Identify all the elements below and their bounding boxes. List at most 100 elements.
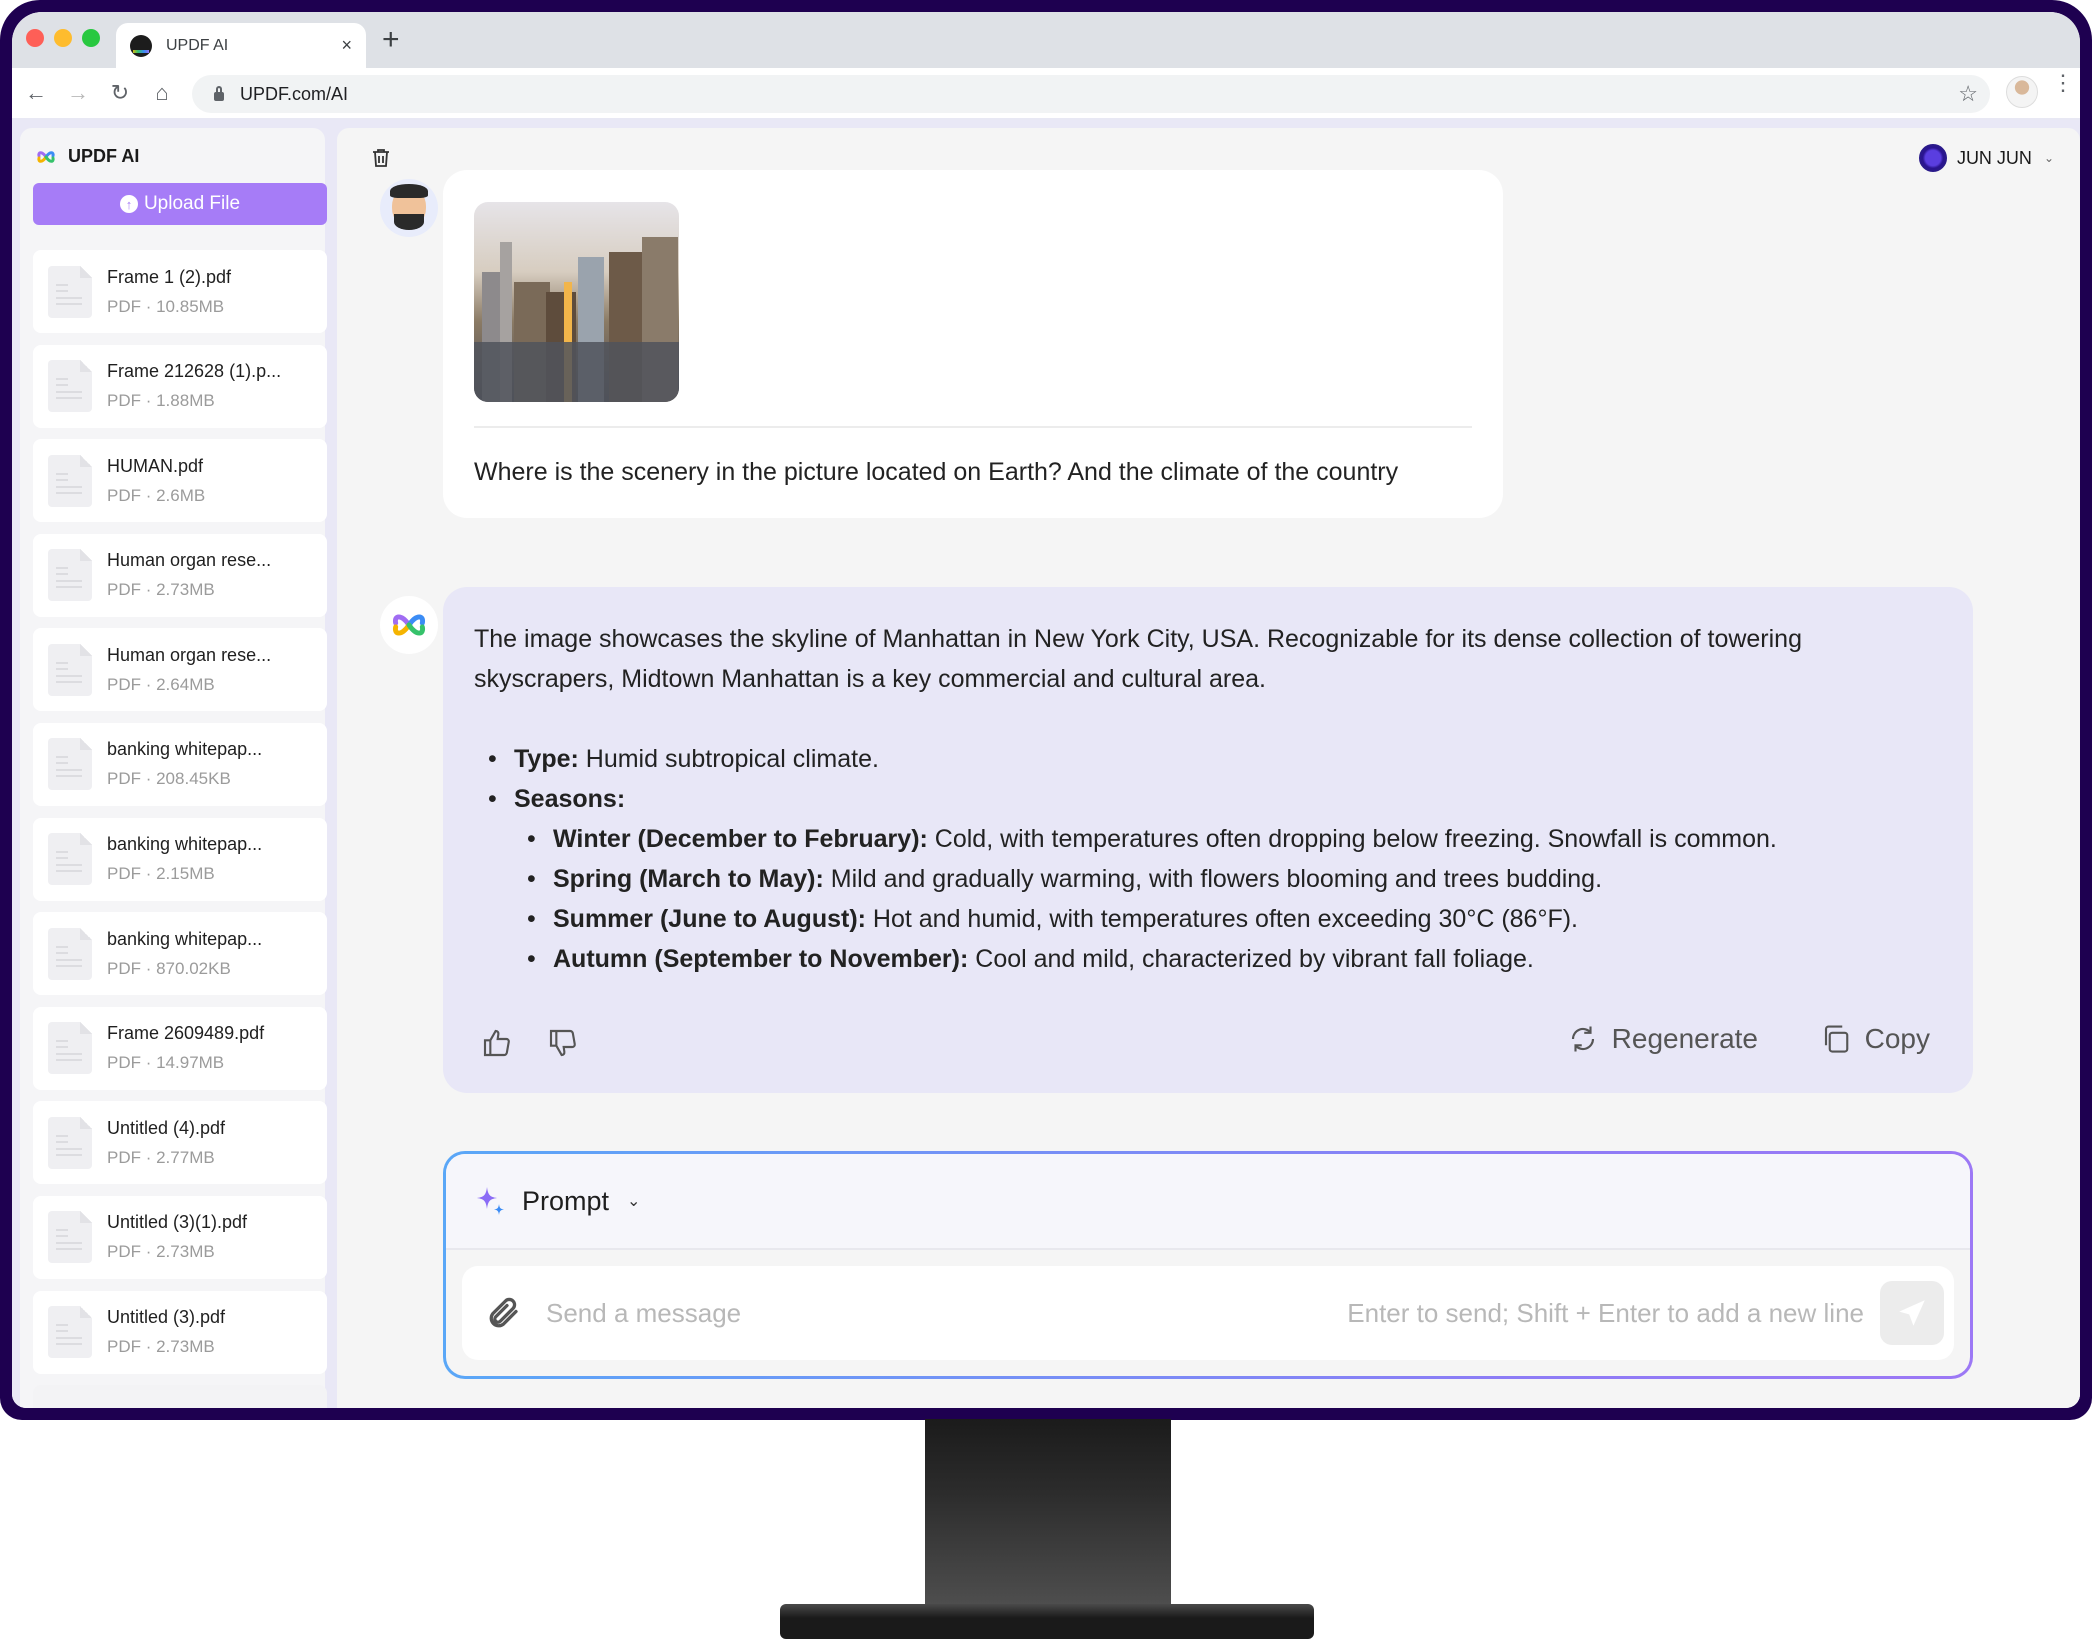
chevron-down-icon: ⌄: [627, 1193, 641, 1210]
file-meta: banking whitepap... PDF · 208.45KB: [107, 739, 262, 789]
file-meta: HUMAN.pdf PDF · 2.6MB: [107, 456, 205, 506]
season-list-item: Autumn (September to November): Cool and…: [474, 939, 1942, 979]
season-list: Winter (December to February): Cold, wit…: [474, 819, 1942, 979]
ai-message-actions: Regenerate Copy: [443, 1023, 1973, 1063]
file-list-item[interactable]: Frame 1 (2).pdf PDF · 10.85MB: [33, 250, 327, 333]
send-icon: [1899, 1300, 1925, 1326]
back-arrow-icon[interactable]: ←: [22, 80, 50, 106]
browser-profile-avatar[interactable]: [2006, 76, 2038, 108]
message-input[interactable]: [546, 1297, 1348, 1329]
user-menu[interactable]: JUN JUN ⌄: [1918, 144, 2054, 172]
pdf-file-icon: [48, 549, 92, 602]
regenerate-button[interactable]: Regenerate: [1568, 1023, 1758, 1055]
pdf-file-icon: [48, 360, 92, 413]
file-name: Frame 212628 (1).p...: [107, 361, 282, 382]
updf-ai-logo-icon: [392, 614, 426, 636]
file-list-item[interactable]: Frame 212628 (1).p... PDF · 1.88MB: [33, 344, 327, 428]
reload-icon[interactable]: ↻: [106, 80, 134, 106]
composer: Prompt ⌄ Enter to send; Shift + Enter to…: [443, 1151, 1973, 1379]
file-meta: banking whitepap... PDF · 870.02KB: [107, 929, 262, 979]
file-list-item[interactable]: banking whitepap... PDF · 870.02KB: [33, 912, 327, 996]
forward-arrow-icon[interactable]: →: [64, 80, 92, 106]
season-label: Autumn (September to November):: [553, 945, 969, 973]
file-list-item[interactable]: Human organ rese... PDF · 2.73MB: [33, 533, 327, 617]
user-avatar: [1918, 144, 1947, 172]
file-list-item[interactable]: Frame 2609489.pdf PDF · 14.97MB: [33, 1006, 327, 1090]
file-list-item[interactable]: HUMAN.pdf PDF · 2.6MB: [33, 439, 327, 523]
url-bar[interactable]: UPDF.com/AI ☆: [192, 75, 1990, 113]
composer-inner: Prompt ⌄ Enter to send; Shift + Enter to…: [446, 1154, 1970, 1376]
season-text: Cold, with temperatures often dropping b…: [927, 825, 1777, 853]
pdf-file-icon: [48, 265, 92, 318]
file-meta: Untitled (4).pdf PDF · 2.77MB: [107, 1118, 225, 1168]
monitor-stand-base: [780, 1604, 1314, 1639]
prompt-label: Prompt: [522, 1185, 610, 1216]
file-size: PDF · 2.73MB: [107, 1242, 215, 1262]
file-name: Untitled (4).pdf: [107, 1117, 226, 1138]
browser-menu-icon[interactable]: ⋮: [2052, 72, 2074, 94]
list-item-seasons: Seasons:: [474, 779, 1942, 819]
list-item-text: Humid subtropical climate.: [578, 745, 879, 773]
file-list-item[interactable]: banking whitepap... PDF · 208.45KB: [33, 722, 327, 806]
file-meta: banking whitepap... PDF · 2.15MB: [107, 834, 262, 884]
message-input-box: Enter to send; Shift + Enter to add a ne…: [462, 1266, 1954, 1360]
file-list-item[interactable]: Untitled (3)(1).pdf PDF · 2.73MB: [33, 1195, 327, 1279]
attached-image[interactable]: [474, 202, 679, 402]
season-text: Mild and gradually warming, with flowers…: [823, 865, 1603, 893]
file-name: HUMAN.pdf: [107, 455, 204, 476]
upload-arrow-icon: ↑: [119, 195, 138, 213]
file-list-item[interactable]: banking whitepap... PDF · 2.15MB: [33, 817, 327, 901]
trash-icon[interactable]: [369, 146, 393, 170]
thumbs-up-icon[interactable]: [481, 1027, 513, 1059]
chevron-down-icon: ⌄: [2043, 151, 2054, 165]
file-name: Frame 2609489.pdf: [107, 1023, 265, 1044]
ai-message-paragraph: The image showcases the skyline of Manha…: [474, 625, 1802, 693]
user-message-text: Where is the scenery in the picture loca…: [474, 458, 1399, 486]
brand-name: UPDF AI: [68, 146, 140, 166]
close-window-button[interactable]: [26, 29, 44, 47]
file-list-item[interactable]: Untitled (3).pdf PDF · 2.73MB: [33, 1290, 327, 1374]
file-list: Frame 1 (2).pdf PDF · 10.85MB Frame 212628…: [33, 250, 327, 1408]
tab-bar: UPDF AI × +: [12, 12, 2080, 68]
file-list-item[interactable]: Human organ rese... PDF · 2.64MB: [33, 628, 327, 712]
file-list-item-partial[interactable]: [33, 1385, 327, 1408]
bookmark-star-icon[interactable]: ☆: [1958, 81, 1978, 107]
file-size: PDF · 2.64MB: [107, 674, 215, 694]
season-list-item: Summer (June to August): Hot and humid, …: [474, 899, 1942, 939]
season-list-item: Winter (December to February): Cold, wit…: [474, 819, 1942, 859]
user-message: Where is the scenery in the picture loca…: [443, 170, 1503, 518]
copy-button[interactable]: Copy: [1821, 1023, 1930, 1055]
new-tab-button[interactable]: +: [382, 25, 400, 55]
tab-title: UPDF AI: [166, 36, 229, 54]
file-size: PDF · 14.97MB: [107, 1053, 225, 1073]
file-list-item[interactable]: Untitled (4).pdf PDF · 2.77MB: [33, 1101, 327, 1185]
upload-file-label: Upload File: [143, 193, 241, 214]
prompt-dropdown[interactable]: Prompt ⌄: [446, 1154, 1970, 1250]
file-size: PDF · 2.73MB: [107, 1337, 215, 1357]
thumbs-down-icon[interactable]: [547, 1027, 579, 1059]
list-item-label: Seasons:: [514, 785, 626, 813]
list-item-label: Type:: [514, 745, 579, 773]
brand: UPDF AI: [36, 146, 139, 167]
upload-file-button[interactable]: ↑ Upload File: [33, 183, 327, 225]
paperclip-icon[interactable]: [486, 1293, 522, 1333]
home-icon[interactable]: ⌂: [148, 80, 176, 106]
updf-favicon-icon: [130, 34, 152, 57]
browser-tab[interactable]: UPDF AI ×: [116, 23, 366, 68]
file-name: Untitled (3).pdf: [107, 1307, 226, 1328]
minimize-window-button[interactable]: [54, 29, 72, 47]
file-meta: Frame 2609489.pdf PDF · 14.97MB: [107, 1023, 264, 1073]
file-name: banking whitepap...: [107, 928, 263, 949]
file-name: banking whitepap...: [107, 739, 263, 760]
send-button[interactable]: [1880, 1281, 1944, 1345]
season-label: Summer (June to August):: [553, 905, 866, 933]
file-name: Frame 1 (2).pdf: [107, 266, 232, 287]
ai-avatar: [380, 596, 438, 654]
copy-icon: [1824, 1025, 1848, 1053]
tab-close-icon[interactable]: ×: [341, 35, 352, 56]
maximize-window-button[interactable]: [82, 29, 100, 47]
file-size: PDF · 2.73MB: [107, 580, 215, 600]
pdf-file-icon: [48, 1211, 92, 1264]
updf-ai-app: UPDF AI ↑ Upload File Frame 1 (2).pdf PDF…: [12, 120, 2080, 1408]
file-size: PDF · 870.02KB: [107, 958, 231, 978]
